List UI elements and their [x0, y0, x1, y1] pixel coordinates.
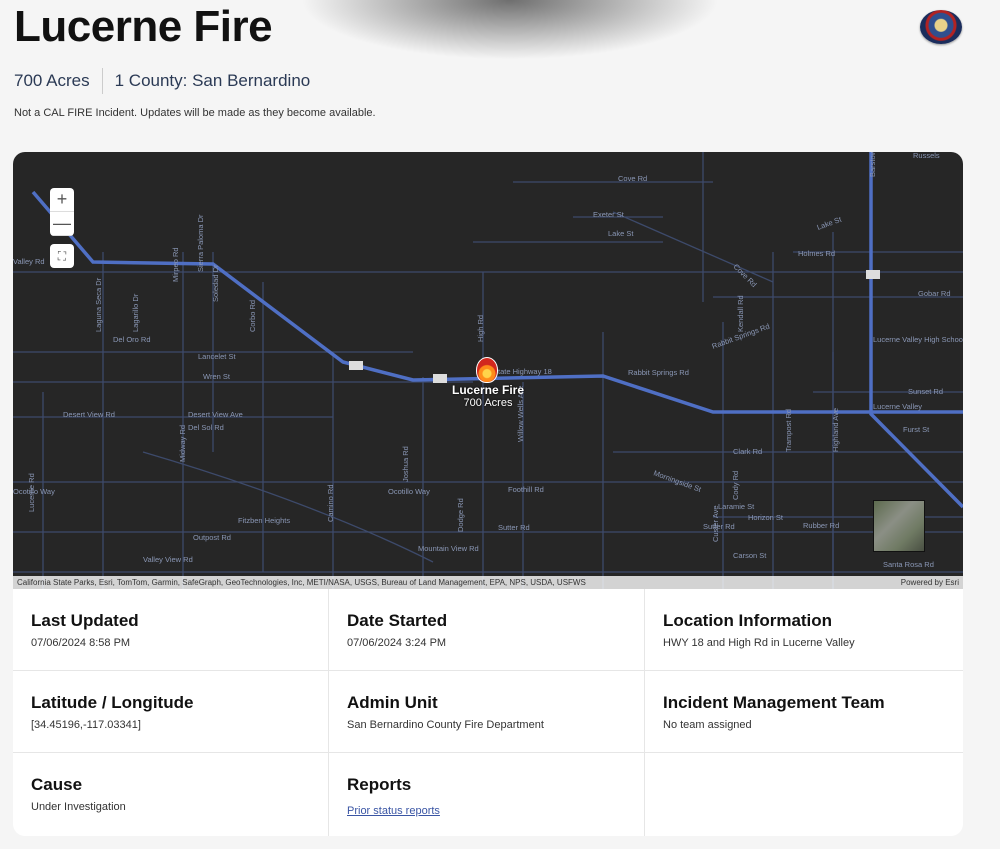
map-attribution: California State Parks, Esri, TomTom, Ga…: [13, 576, 963, 589]
map-street-label: Exeter St: [593, 210, 625, 219]
map-street-label: Mountain View Rd: [418, 544, 479, 553]
map-street-label: Santa Rosa Rd: [883, 560, 934, 569]
detail-date-started: Date Started 07/06/2024 3:24 PM: [329, 589, 645, 671]
incident-notice: Not a CAL FIRE Incident. Updates will be…: [14, 107, 376, 119]
map-street-label: Lucerne Valley High School: [873, 335, 963, 344]
prior-status-reports-link[interactable]: Prior status reports: [347, 805, 440, 817]
map-street-label: Midway Rd: [178, 425, 187, 462]
detail-value: 07/06/2024 8:58 PM: [31, 637, 131, 649]
detail-label: Date Started: [347, 611, 448, 630]
map-street-label: Lake St: [608, 229, 634, 238]
incident-stats: 700 Acres 1 County: San Bernardino: [14, 68, 310, 94]
map-street-label: Camino Rd: [326, 484, 335, 522]
acres-stat: 700 Acres: [14, 71, 90, 90]
detail-admin-unit: Admin Unit San Bernardino County Fire De…: [329, 671, 645, 753]
zoom-controls: + —: [50, 188, 74, 236]
map-street-label: Trampost Rd: [784, 409, 793, 452]
fullscreen-icon[interactable]: ⛶: [50, 244, 74, 268]
zoom-out-button[interactable]: —: [50, 212, 74, 236]
basemap-toggle-button[interactable]: [873, 500, 925, 552]
stat-divider: [101, 68, 103, 94]
powered-by-text: Powered by Esri: [900, 578, 959, 587]
map-street-label: Gobar Rd: [918, 289, 951, 298]
fire-map-acres: 700 Acres: [463, 397, 513, 409]
agency-seal-logo: [920, 10, 962, 44]
map-street-label: Laguna Seca Dr: [94, 277, 103, 332]
map-street-label: Desert View Rd: [63, 410, 115, 419]
detail-label: Incident Management Team: [663, 693, 885, 712]
map-street-label: Foothill Rd: [508, 485, 544, 494]
detail-lat-long: Latitude / Longitude [34.45196,-117.0334…: [13, 671, 329, 753]
map-street-label: Sierra Paloma Dr: [196, 214, 205, 272]
map-street-label: Outpost Rd: [193, 533, 231, 542]
detail-last-updated: Last Updated 07/06/2024 8:58 PM: [13, 589, 329, 671]
map-street-label: Russels: [913, 152, 940, 160]
detail-label: Location Information: [663, 611, 833, 630]
map-street-label: Valley View Rd: [143, 555, 193, 564]
map-street-label: Del Oro Rd: [113, 335, 151, 344]
fire-map-label: Lucerne Fire 700 Acres: [438, 383, 538, 409]
map-street-label: Clark Rd: [733, 447, 762, 456]
detail-cause: Cause Under Investigation: [13, 753, 329, 836]
map-street-label: High Rd: [476, 315, 485, 342]
map-street-label: Carson St: [733, 551, 767, 560]
detail-value: No team assigned: [663, 719, 752, 731]
map-street-label: Lagarillo Dr: [131, 293, 140, 332]
map-street-label: Highland Ave: [831, 408, 840, 452]
map-street-label: Soledad Dr: [211, 264, 220, 302]
detail-value: San Bernardino County Fire Department: [347, 719, 544, 731]
map-street-label: Lancelet St: [198, 352, 236, 361]
map-street-label: Lake St: [816, 214, 844, 231]
detail-label: Reports: [347, 775, 412, 794]
fire-icon[interactable]: [476, 357, 498, 383]
map-street-label: Corbo Rd: [248, 300, 257, 332]
map-street-label: Valley Rd: [13, 257, 45, 266]
map-street-label: Horizon St: [748, 513, 784, 522]
county-stat: 1 County: San Bernardino: [114, 71, 311, 90]
page-shadow-decoration: [300, 0, 720, 60]
detail-location: Location Information HWY 18 and High Rd …: [645, 589, 963, 671]
attribution-text: California State Parks, Esri, TomTom, Ga…: [17, 578, 586, 587]
detail-label: Last Updated: [31, 611, 139, 630]
map-street-label: Custer Ave: [711, 505, 720, 542]
map-street-label: Wren St: [203, 372, 231, 381]
detail-management-team: Incident Management Team No team assigne…: [645, 671, 963, 753]
detail-label: Latitude / Longitude: [31, 693, 194, 712]
map-street-label: Rubber Rd: [803, 521, 839, 530]
map-street-label: Cody Rd: [731, 471, 740, 500]
detail-label: Admin Unit: [347, 693, 438, 712]
map-street-label: Barstow Rd: [868, 152, 877, 177]
detail-reports: Reports Prior status reports: [329, 753, 645, 836]
map-street-label: Fitzben Heights: [238, 516, 290, 525]
map-street-label: Furst St: [903, 425, 930, 434]
map-street-label: Ocotillo Way: [388, 487, 430, 496]
map-street-label: Lucerne Valley: [873, 402, 922, 411]
detail-value: Under Investigation: [31, 801, 126, 813]
map-street-label: Lucerne Rd: [27, 473, 36, 512]
page-title: Lucerne Fire: [14, 2, 273, 51]
map-street-label: Rabbit Springs Rd: [628, 368, 689, 377]
detail-value: [34.45196,-117.03341]: [31, 719, 141, 731]
map-street-label: Cove Rd: [732, 262, 759, 289]
incident-details-grid: Last Updated 07/06/2024 8:58 PM Date Sta…: [13, 589, 963, 836]
map-street-label: Kendall Rd: [736, 295, 745, 332]
map-street-label: Mirpeo Rd: [171, 247, 180, 282]
detail-label: Cause: [31, 775, 83, 794]
map-street-label: Sutter Rd: [498, 523, 530, 532]
zoom-in-button[interactable]: +: [50, 188, 74, 212]
map-street-label: Dodge Rd: [456, 498, 465, 532]
map-street-label: State Highway 18: [493, 367, 552, 376]
map-street-label: Del Sol Rd: [188, 423, 224, 432]
map-street-label: Laramie St: [718, 502, 755, 511]
incident-map[interactable]: State Highway 18 Cove Rd Exeter St Lake St H…: [13, 152, 963, 589]
detail-value: HWY 18 and High Rd in Lucerne Valley: [663, 637, 855, 649]
fire-map-name: Lucerne Fire: [451, 383, 525, 397]
map-street-label: Joshua Rd: [401, 446, 410, 482]
map-street-label: Holmes Rd: [798, 249, 835, 258]
map-street-label: Cove Rd: [618, 174, 647, 183]
detail-value: 07/06/2024 3:24 PM: [347, 637, 447, 649]
map-street-label: Sunset Rd: [908, 387, 943, 396]
map-street-label: Desert View Ave: [188, 410, 243, 419]
detail-empty: [645, 753, 963, 836]
